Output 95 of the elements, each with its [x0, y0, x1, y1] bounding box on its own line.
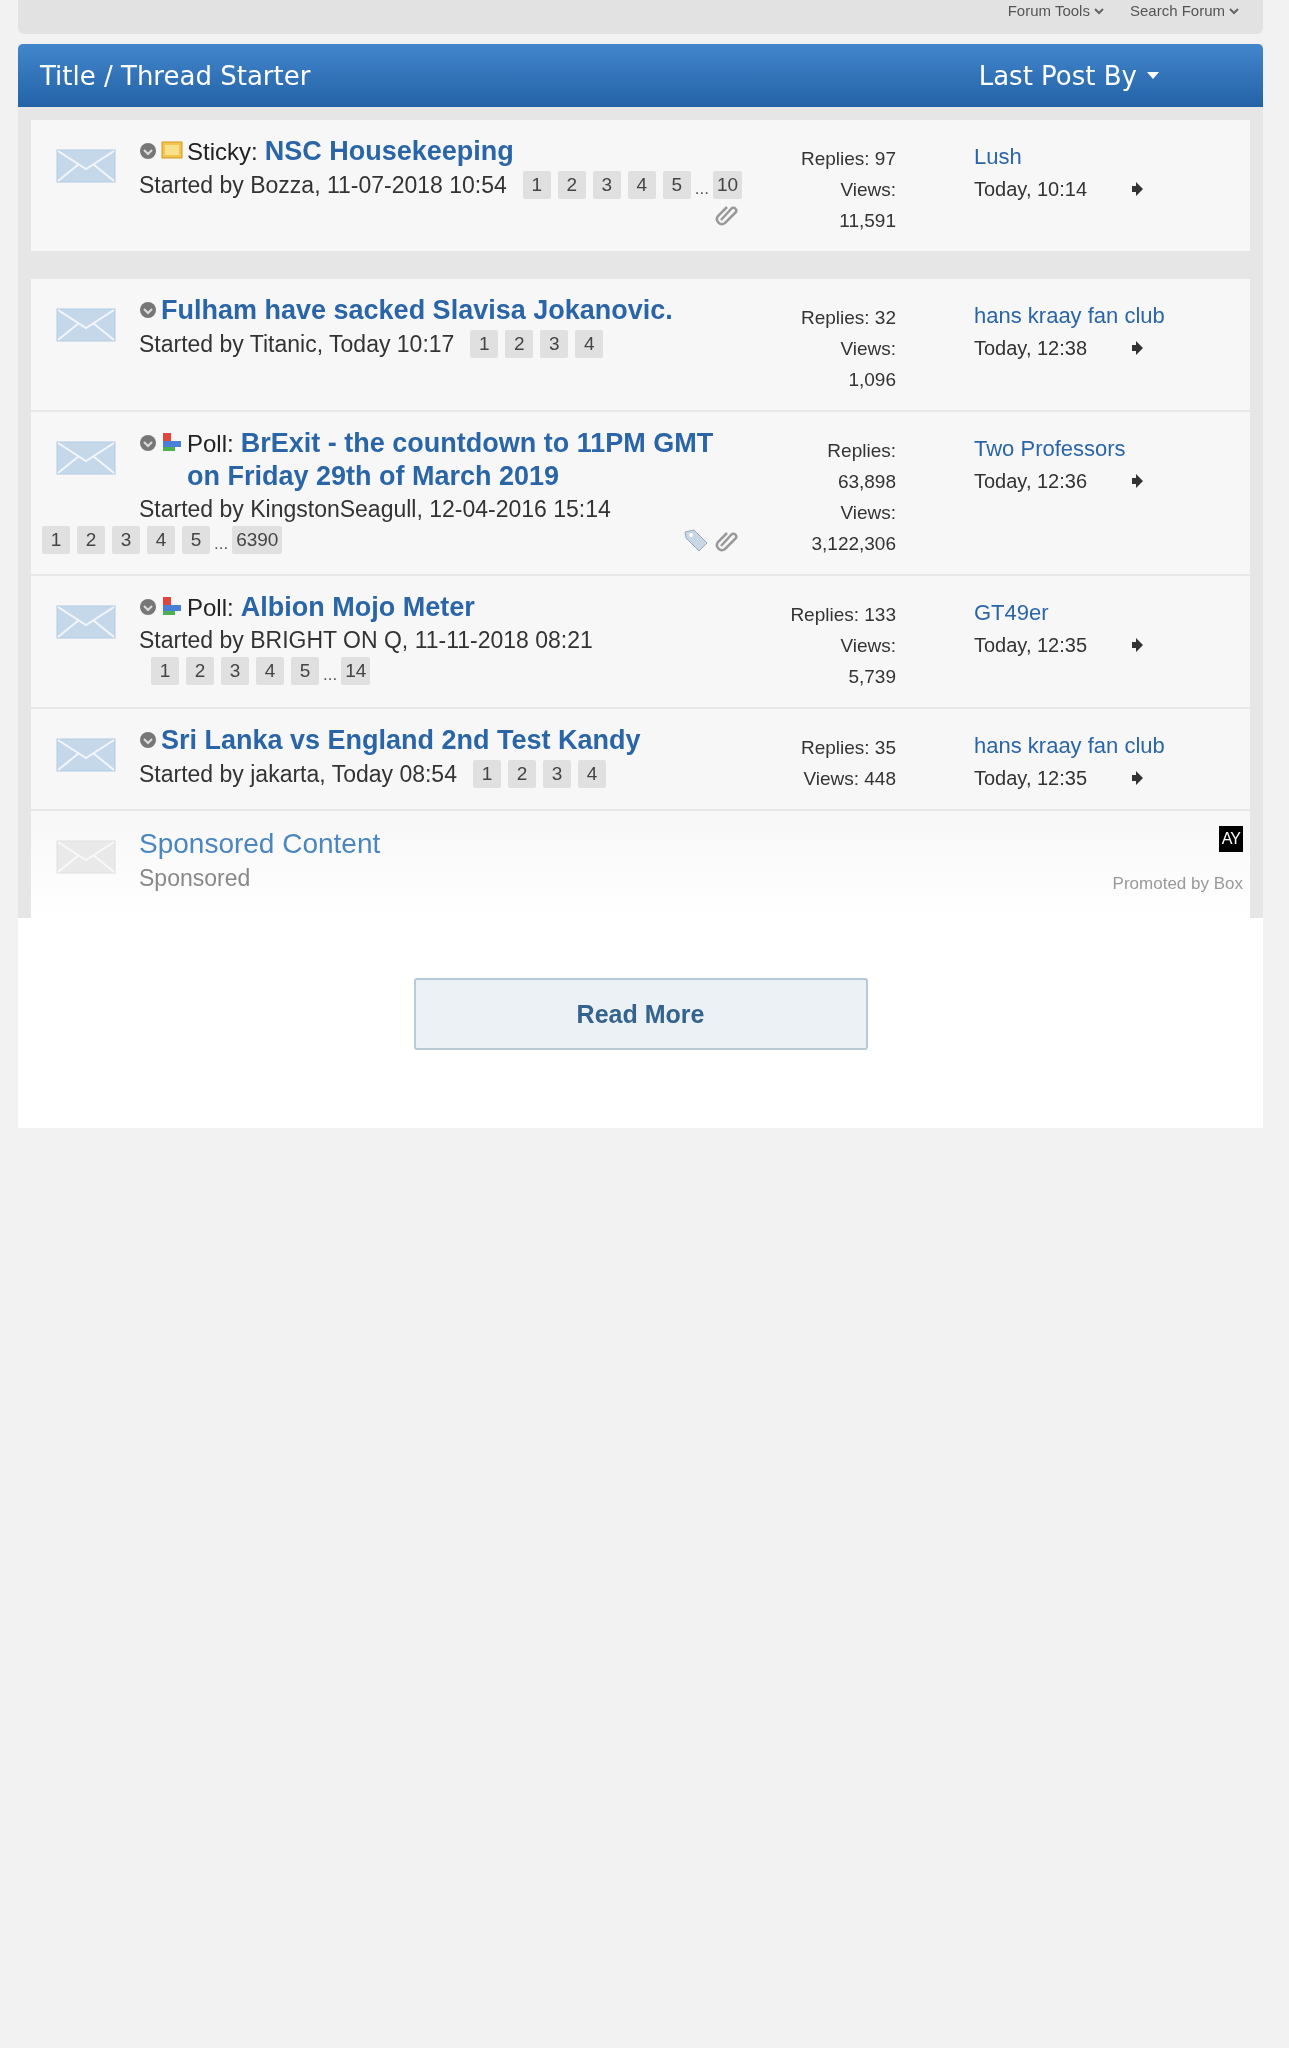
page-gap: ...	[214, 534, 229, 554]
last-poster-link[interactable]: hans kraay fan club	[974, 300, 1249, 332]
page-link[interactable]: 3	[221, 657, 249, 685]
page-link[interactable]: 2	[505, 330, 534, 358]
caret-icon	[1147, 71, 1159, 80]
page-link[interactable]: 1	[522, 171, 551, 199]
thread-stat: Replies: 133	[790, 603, 896, 627]
page-link[interactable]: 2	[557, 171, 586, 199]
envelope-icon	[56, 149, 116, 183]
page-gap: ...	[694, 179, 709, 199]
go-to-post-icon[interactable]	[1131, 638, 1144, 652]
poll-icon	[161, 596, 183, 616]
thread-stat: 1,096	[848, 368, 896, 392]
promoted-by: Promoted by Box	[1112, 874, 1243, 894]
page-link[interactable]: 3	[540, 330, 569, 358]
thread-starter: Started by jakarta, Today 08:54	[139, 760, 457, 788]
page-link[interactable]: 4	[256, 657, 284, 685]
thread-title[interactable]: Fulham have sacked Slavisa Jokanovic.	[161, 294, 673, 327]
toolbar-link[interactable]: Forum Tools	[1007, 2, 1104, 20]
last-post-time: Today, 12:35	[974, 633, 1088, 658]
column-title: Title / Thread Starter	[40, 60, 312, 91]
thread-stat: 11,591	[839, 209, 896, 233]
page-link[interactable]: 1	[42, 526, 70, 554]
thread-stat: Views:	[840, 337, 896, 361]
thread-stat: Views:	[840, 634, 896, 658]
page-link[interactable]: 2	[77, 526, 105, 554]
thread-title[interactable]: Poll: Albion Mojo Meter	[187, 591, 475, 624]
page-link[interactable]: 3	[592, 171, 621, 199]
last-post-time: Today, 12:35	[974, 766, 1088, 791]
thread-title[interactable]: Sticky: NSC Housekeeping	[187, 135, 514, 168]
thread-status-icon	[139, 142, 157, 160]
page-link[interactable]: 10	[713, 171, 743, 199]
thread-starter: Started by Bozza, 11-07-2018 10:54	[139, 171, 507, 199]
thread-stat: Replies: 35	[800, 736, 896, 760]
read-more-button[interactable]: Read More	[413, 978, 868, 1050]
last-post-time: Today, 10:14	[974, 177, 1088, 202]
thread-stat: Views:	[840, 501, 896, 525]
page-link[interactable]: 4	[575, 330, 604, 358]
go-to-post-icon[interactable]	[1131, 474, 1144, 488]
thread-title[interactable]: Sri Lanka vs England 2nd Test Kandy	[161, 724, 641, 757]
page-link[interactable]: 4	[627, 171, 656, 199]
last-poster-link[interactable]: hans kraay fan club	[974, 730, 1249, 762]
sort-dropdown[interactable]: Last Post By	[978, 60, 1159, 91]
thread-title[interactable]: Poll: BrExit - the countdown to 11PM GMT on Friday 29th of March 2019	[187, 427, 751, 493]
sponsored-title[interactable]: Sponsored Content	[139, 826, 751, 862]
page-link[interactable]: 1	[151, 657, 179, 685]
ad-badge[interactable]: AY	[1218, 826, 1243, 852]
page-link[interactable]: 4	[577, 760, 606, 788]
page-link[interactable]: 3	[112, 526, 140, 554]
thread-status-icon	[139, 598, 157, 616]
caret-icon	[1229, 7, 1239, 15]
thread-stat: Views: 448	[803, 767, 896, 791]
page-link[interactable]: 1	[470, 330, 499, 358]
envelope-icon	[56, 308, 116, 342]
last-poster-link[interactable]: Lush	[974, 141, 1249, 173]
go-to-post-icon[interactable]	[1131, 341, 1144, 355]
last-post-time: Today, 12:36	[974, 469, 1088, 494]
thread-stat: Views:	[840, 178, 896, 202]
thread-status-icon	[139, 434, 157, 452]
envelope-icon	[56, 605, 116, 639]
last-poster-link[interactable]: Two Professors	[974, 433, 1249, 465]
sponsored-label: Sponsored	[139, 864, 252, 893]
go-to-post-icon[interactable]	[1131, 771, 1144, 785]
note-icon	[161, 140, 183, 160]
thread-stat: 63,898	[837, 470, 896, 494]
thread-stat: 3,122,306	[811, 532, 896, 556]
thread-status-icon	[139, 301, 157, 319]
thread-stat: 5,739	[848, 665, 896, 689]
page-link[interactable]: 2	[507, 760, 536, 788]
thread-stat: Replies: 97	[800, 147, 896, 171]
thread-stat: Replies:	[827, 439, 896, 463]
last-post-time: Today, 12:38	[974, 336, 1088, 361]
envelope-icon	[56, 738, 116, 772]
page-gap: ...	[323, 665, 338, 685]
thread-stat: Replies: 32	[800, 306, 896, 330]
poll-icon	[161, 432, 183, 452]
page-link[interactable]: 3	[542, 760, 571, 788]
go-to-post-icon[interactable]	[1131, 182, 1144, 196]
caret-icon	[1093, 7, 1104, 15]
page-link[interactable]: 5	[291, 657, 319, 685]
page-link[interactable]: 4	[147, 526, 175, 554]
thread-starter: Started by BRIGHT ON Q, 11-11-2018 08:21	[139, 627, 593, 654]
page-link[interactable]: 14	[341, 657, 371, 685]
envelope-icon	[56, 840, 116, 874]
thread-starter: Started by Titanic, Today 10:17	[139, 330, 455, 358]
page-link[interactable]: 2	[186, 657, 214, 685]
envelope-icon	[56, 441, 116, 475]
page-link[interactable]: 5	[662, 171, 691, 199]
page-link[interactable]: 1	[472, 760, 501, 788]
page-link[interactable]: 5	[182, 526, 210, 554]
last-poster-link[interactable]: GT49er	[974, 597, 1249, 629]
thread-status-icon	[139, 731, 157, 749]
toolbar-link[interactable]: Search Forum	[1129, 2, 1239, 20]
thread-starter: Started by KingstonSeagull, 12-04-2016 15:14	[139, 496, 611, 523]
page-link[interactable]: 6390	[232, 526, 283, 554]
